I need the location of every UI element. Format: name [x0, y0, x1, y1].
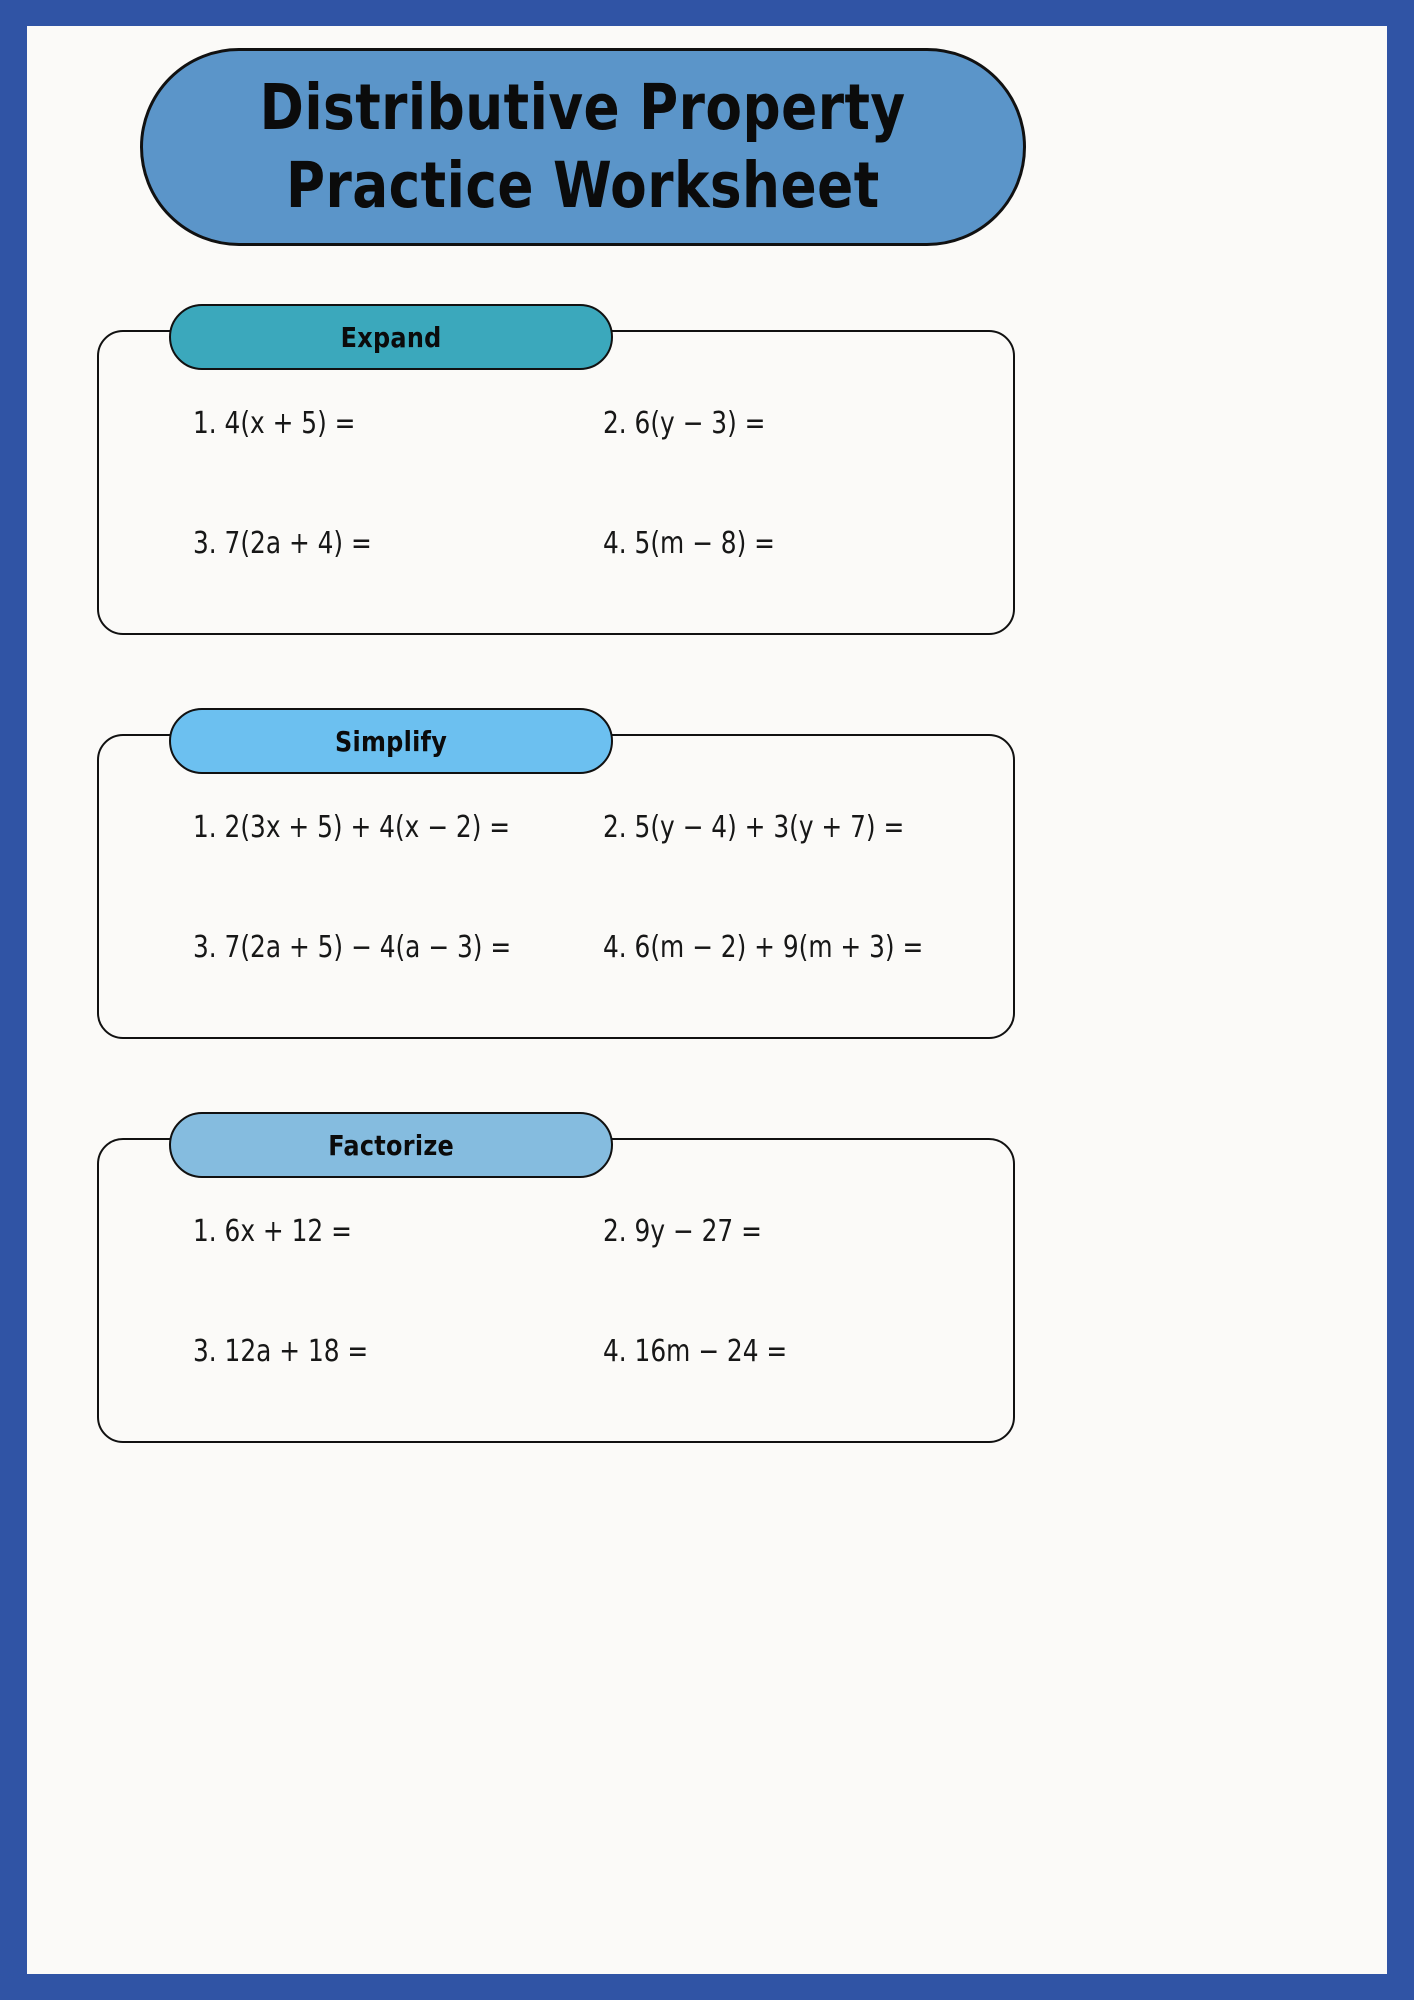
section-header-expand-label: Expand	[340, 320, 442, 354]
problem-item[interactable]: 3. 12a + 18 =	[193, 1334, 570, 1369]
problem-item[interactable]: 1. 4(x + 5) =	[193, 406, 570, 441]
section-expand-box: 1. 4(x + 5) = 2. 6(y − 3) = 3. 7(2a + 4)…	[97, 330, 1015, 635]
problem-item[interactable]: 4. 16m − 24 =	[603, 1334, 980, 1369]
problem-item[interactable]: 3. 7(2a + 4) =	[193, 526, 570, 561]
worksheet-title-line-2: Practice Worksheet	[286, 149, 880, 222]
section-factorize-box: 1. 6x + 12 = 2. 9y − 27 = 3. 12a + 18 = …	[97, 1138, 1015, 1443]
worksheet-title-line-1: Distributive Property	[259, 70, 906, 144]
worksheet-sheet: Distributive Property Practice Worksheet…	[27, 26, 1387, 1974]
problem-item[interactable]: 2. 9y − 27 =	[603, 1214, 980, 1249]
section-header-simplify: Simplify	[169, 708, 613, 774]
problem-item[interactable]: 1. 6x + 12 =	[193, 1214, 570, 1249]
section-header-simplify-label: Simplify	[334, 724, 448, 758]
problem-item[interactable]: 4. 5(m − 8) =	[603, 526, 980, 561]
problem-item[interactable]: 1. 2(3x + 5) + 4(x − 2) =	[193, 810, 570, 845]
section-header-factorize: Factorize	[169, 1112, 613, 1178]
section-simplify-box: 1. 2(3x + 5) + 4(x − 2) = 2. 5(y − 4) + …	[97, 734, 1015, 1039]
problem-item[interactable]: 2. 6(y − 3) =	[603, 406, 980, 441]
problem-item[interactable]: 3. 7(2a + 5) − 4(a − 3) =	[193, 930, 570, 965]
section-header-expand: Expand	[169, 304, 613, 370]
worksheet-page-frame: Distributive Property Practice Worksheet…	[0, 0, 1414, 2000]
worksheet-title-banner: Distributive Property Practice Worksheet	[140, 48, 1026, 246]
problem-item[interactable]: 2. 5(y − 4) + 3(y + 7) =	[603, 810, 980, 845]
problem-item[interactable]: 4. 6(m − 2) + 9(m + 3) =	[603, 930, 980, 965]
section-header-factorize-label: Factorize	[328, 1128, 454, 1162]
